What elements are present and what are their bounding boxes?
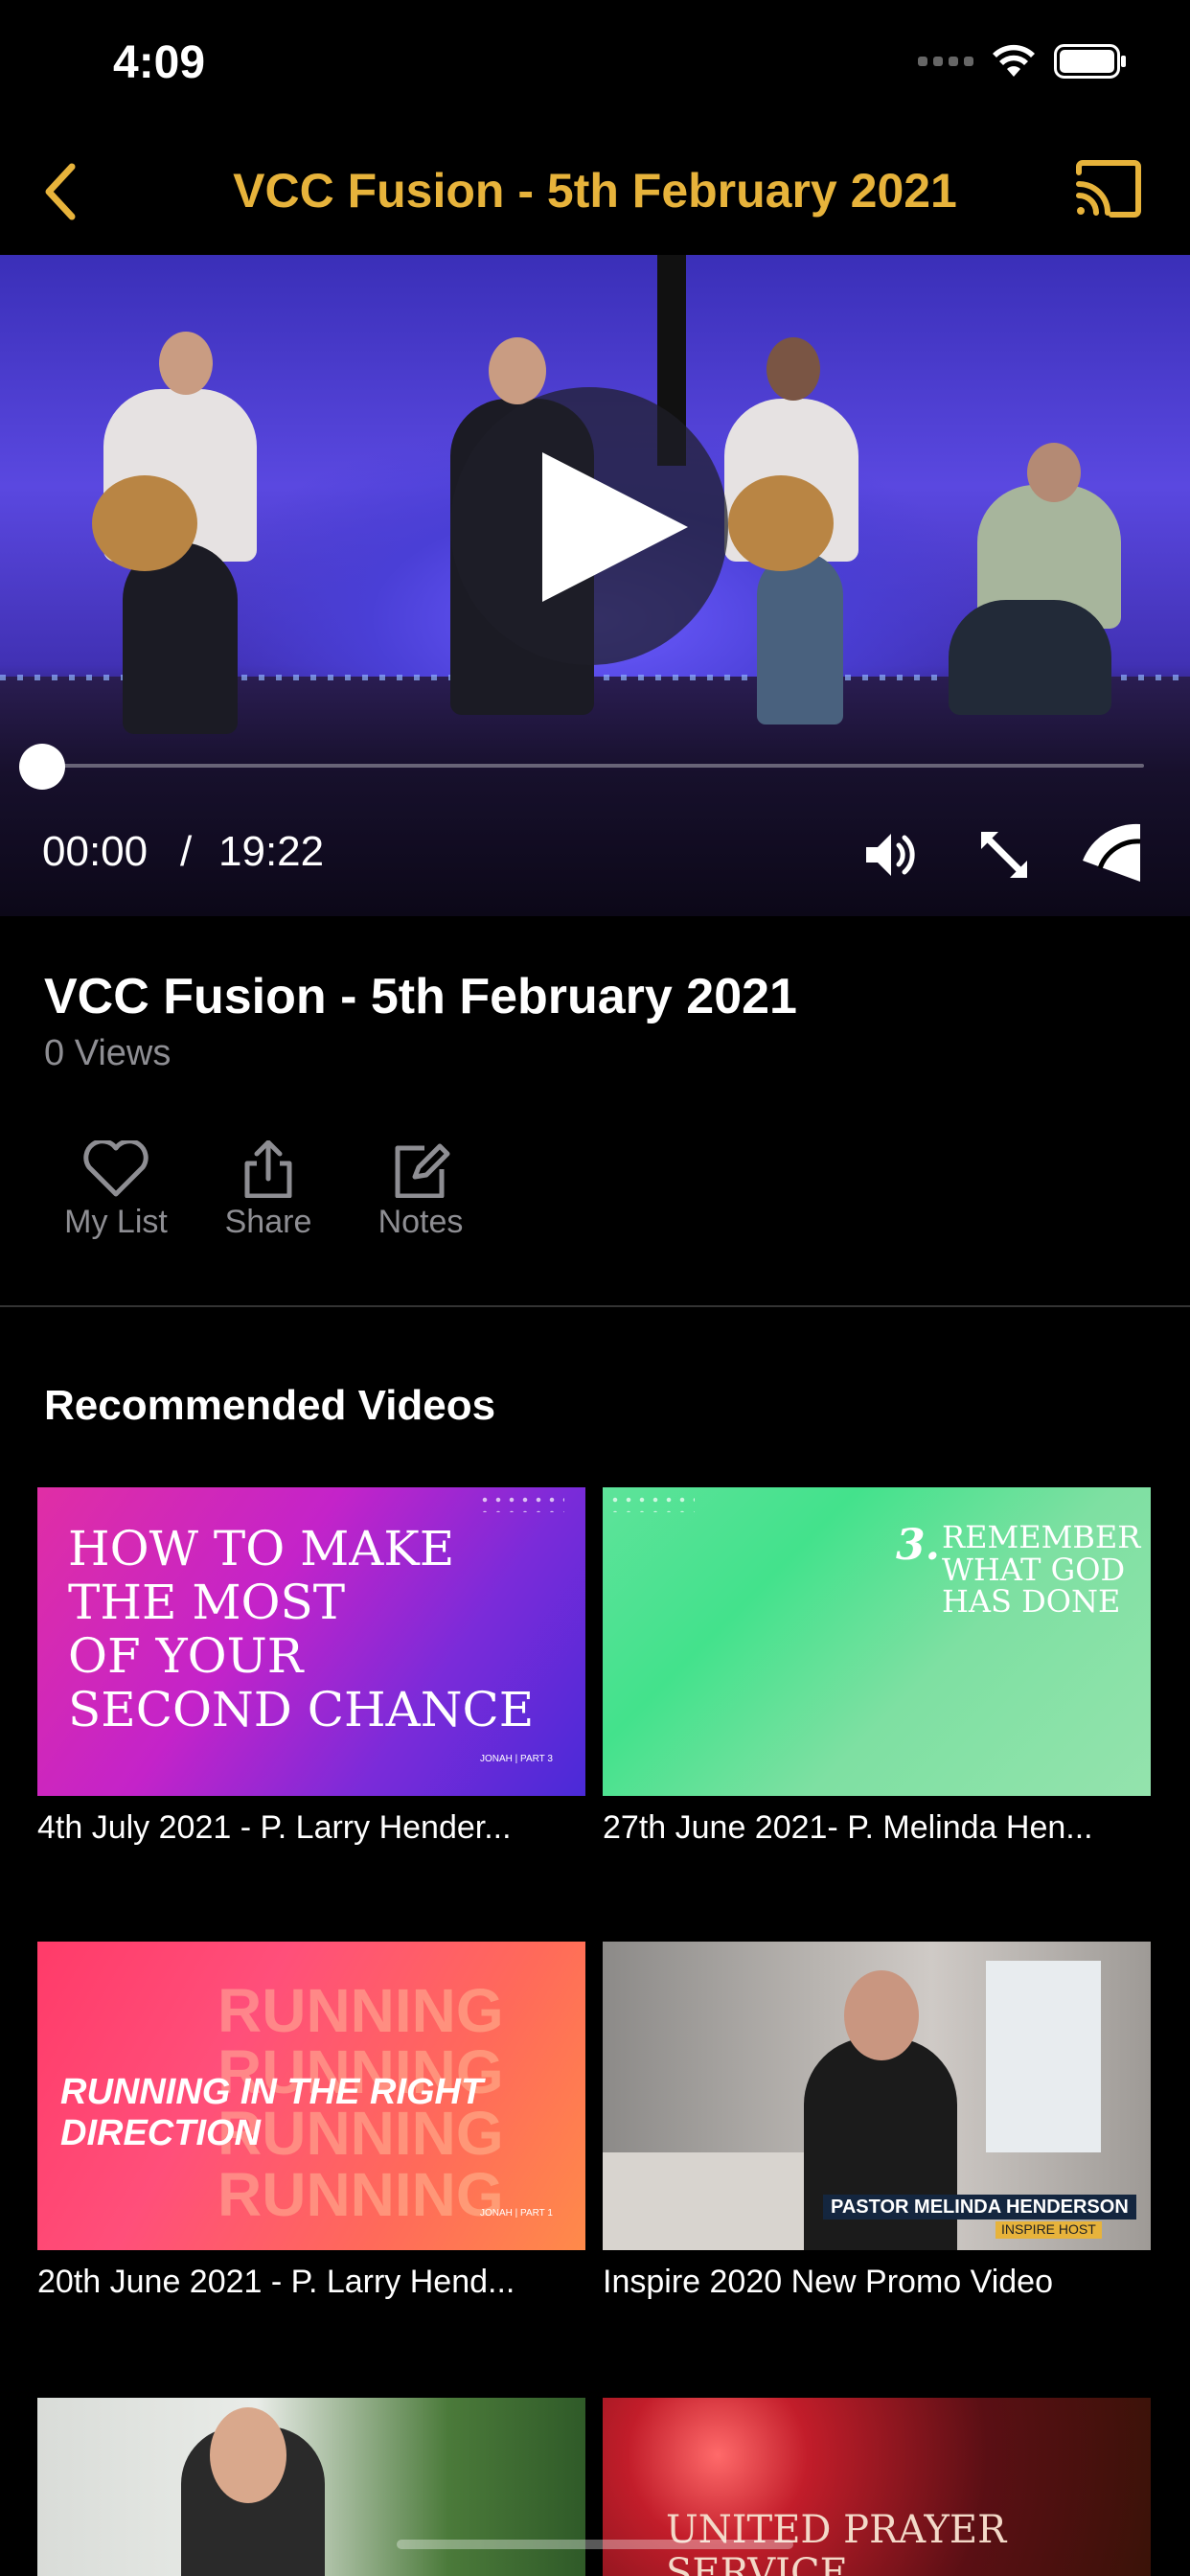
presenter-head [210, 2407, 286, 2503]
progress-knob[interactable] [19, 744, 65, 790]
thumbnail-title: HOW TO MAKE THE MOST OF YOUR SECOND CHAN… [68, 1521, 535, 1737]
recommended-video-thumbnail[interactable] [37, 2398, 585, 2576]
presenter-head [844, 1970, 919, 2060]
volume-button[interactable] [862, 826, 920, 884]
performer-head [159, 332, 213, 395]
recommended-heading: Recommended Videos [44, 1382, 496, 1429]
presenter-name: PASTOR MELINDA HENDERSON [823, 2195, 1136, 2220]
performer-head [489, 337, 546, 404]
current-time: 00:00 [42, 828, 149, 875]
recommended-video-caption[interactable]: Inspire 2020 New Promo Video [603, 2264, 1151, 2301]
sofa [603, 2152, 804, 2250]
thumbnail-number: 3. [896, 1521, 940, 1570]
airplay-icon [1083, 823, 1141, 882]
performer-legs [949, 600, 1111, 715]
performer-legs [123, 542, 238, 734]
recommended-video-thumbnail[interactable]: RUNNING RUNNING RUNNING RUNNING RUNNING … [37, 1942, 585, 2250]
video-title: VCC Fusion - 5th February 2021 [44, 969, 797, 1024]
presenter-role: INSPIRE HOST [995, 2221, 1102, 2239]
recommended-video-thumbnail[interactable]: HOW TO MAKE THE MOST OF YOUR SECOND CHAN… [37, 1487, 585, 1796]
recommended-video-thumbnail[interactable]: UNITED PRAYER SERVICE [603, 2398, 1151, 2576]
notes-label: Notes [378, 1204, 464, 1240]
recommended-video-caption[interactable]: 20th June 2021 - P. Larry Hend... [37, 2264, 585, 2301]
divider [0, 1305, 1190, 1307]
share-icon [244, 1140, 292, 1198]
recommended-video-caption[interactable]: 27th June 2021- P. Melinda Hen... [603, 1809, 1151, 1847]
share-button[interactable]: Share [196, 1140, 340, 1241]
chevron-left-icon [45, 163, 76, 220]
recommended-video-caption[interactable]: 4th July 2021 - P. Larry Hender... [37, 1809, 585, 1847]
status-time: 4:09 [113, 37, 206, 88]
volume-icon [866, 834, 915, 876]
thumbnail-title: RUNNING IN THE RIGHT DIRECTION [60, 2072, 484, 2153]
play-icon [542, 452, 688, 602]
performer-legs [757, 552, 843, 724]
recommended-video-thumbnail[interactable]: PASTOR MELINDA HENDERSON INSPIRE HOST [603, 1942, 1151, 2250]
airplay-button[interactable] [1081, 822, 1142, 884]
guitar [92, 475, 197, 571]
my-list-label: My List [64, 1204, 168, 1240]
progress-track[interactable] [42, 764, 1144, 768]
cast-button[interactable] [1073, 159, 1142, 220]
my-list-button[interactable]: My List [44, 1140, 188, 1241]
back-button[interactable] [36, 161, 84, 222]
cast-icon [1076, 160, 1141, 218]
cellular-signal-icon [918, 57, 973, 66]
time-separator: / [180, 828, 193, 875]
performer-head [1027, 443, 1081, 502]
status-icons [918, 44, 1127, 79]
thumbnail-title: REMEMBER WHAT GOD HAS DONE [942, 1519, 1141, 1621]
share-label: Share [224, 1204, 312, 1240]
heart-icon [83, 1140, 149, 1197]
guitar [728, 475, 834, 571]
total-time: 19:22 [218, 828, 325, 875]
thumbnail-tag: JONAH | PART 1 [480, 2208, 553, 2219]
wifi-icon [993, 44, 1035, 77]
battery-icon [1054, 44, 1126, 79]
home-indicator[interactable] [397, 2540, 793, 2549]
nav-title: VCC Fusion - 5th February 2021 [233, 164, 957, 218]
notes-button[interactable]: Notes [349, 1140, 492, 1241]
fullscreen-icon [981, 832, 1027, 878]
view-count: 0 Views [44, 1033, 172, 1073]
fullscreen-button[interactable] [975, 826, 1033, 884]
performer-head [767, 337, 820, 401]
decorative-dots [478, 1493, 564, 1512]
recommended-video-thumbnail[interactable]: 3. REMEMBER WHAT GOD HAS DONE [603, 1487, 1151, 1796]
thumbnail-tag: JONAH | PART 3 [480, 1754, 553, 1764]
window [986, 1961, 1101, 2152]
decorative-dots [608, 1493, 695, 1512]
notes-icon [395, 1143, 450, 1198]
